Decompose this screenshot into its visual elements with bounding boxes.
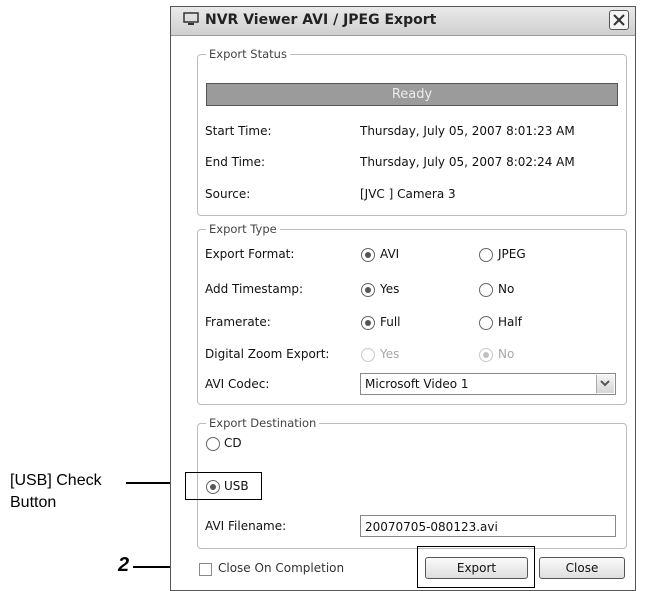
framerate-full-radio[interactable]: [361, 316, 375, 330]
avi-filename-label: AVI Filename:: [205, 519, 287, 533]
close-window-button[interactable]: [609, 10, 629, 30]
window-title: NVR Viewer AVI / JPEG Export: [205, 12, 437, 28]
export-button[interactable]: Export: [425, 557, 528, 579]
source-label: Source:: [205, 187, 251, 201]
title-bar: NVR Viewer AVI / JPEG Export: [171, 7, 635, 36]
add-timestamp-label: Add Timestamp:: [205, 282, 304, 296]
export-type-legend: Export Type: [206, 222, 280, 236]
timestamp-no-radio[interactable]: [479, 283, 493, 297]
step-number: 2: [118, 554, 130, 576]
usb-callout-label-line1: [USB] Check: [10, 472, 102, 489]
usb-callout-label-line2: Button: [10, 494, 57, 511]
framerate-label: Framerate:: [205, 315, 271, 329]
destination-cd-label: CD: [224, 436, 242, 450]
zoom-yes-radio[interactable]: [361, 348, 375, 362]
nvr-app-icon: [183, 11, 199, 31]
framerate-half-radio[interactable]: [479, 316, 493, 330]
status-bar: Ready: [206, 83, 618, 106]
export-format-label: Export Format:: [205, 247, 295, 261]
format-avi-radio[interactable]: [361, 248, 375, 262]
zoom-no-label: No: [498, 347, 515, 361]
format-jpeg-radio[interactable]: [479, 248, 493, 262]
destination-usb-radio[interactable]: [206, 480, 220, 494]
export-dialog: NVR Viewer AVI / JPEG Export Export Stat…: [170, 6, 636, 591]
export-destination-legend: Export Destination: [206, 416, 320, 430]
timestamp-yes-label: Yes: [380, 282, 400, 296]
close-button[interactable]: Close: [539, 557, 625, 579]
export-status-legend: Export Status: [206, 47, 290, 61]
avi-codec-select[interactable]: Microsoft Video 1: [360, 373, 616, 395]
avi-filename-input[interactable]: [361, 517, 605, 537]
framerate-half-label: Half: [498, 315, 522, 329]
start-time-label: Start Time:: [205, 124, 272, 138]
close-on-completion-checkbox[interactable]: [199, 563, 212, 576]
source-value: [JVC ] Camera 3: [360, 187, 456, 201]
timestamp-yes-radio[interactable]: [361, 283, 375, 297]
avi-codec-value: Microsoft Video 1: [365, 377, 469, 391]
format-jpeg-label: JPEG: [498, 247, 526, 261]
format-avi-label: AVI: [380, 247, 400, 261]
timestamp-no-label: No: [498, 282, 515, 296]
zoom-yes-label: Yes: [380, 347, 400, 361]
end-time-label: End Time:: [205, 155, 266, 169]
destination-usb-label: USB: [224, 479, 249, 493]
avi-filename-field[interactable]: [360, 515, 616, 537]
framerate-full-label: Full: [380, 315, 401, 329]
destination-cd-radio[interactable]: [206, 437, 220, 451]
end-time-value: Thursday, July 05, 2007 8:02:24 AM: [360, 155, 575, 169]
close-icon: [613, 14, 625, 26]
digital-zoom-label: Digital Zoom Export:: [205, 347, 330, 361]
start-time-value: Thursday, July 05, 2007 8:01:23 AM: [360, 124, 575, 138]
zoom-no-radio[interactable]: [479, 348, 493, 362]
close-on-completion-label: Close On Completion: [218, 561, 345, 575]
avi-codec-label: AVI Codec:: [205, 377, 270, 391]
chevron-down-icon[interactable]: [596, 375, 614, 393]
